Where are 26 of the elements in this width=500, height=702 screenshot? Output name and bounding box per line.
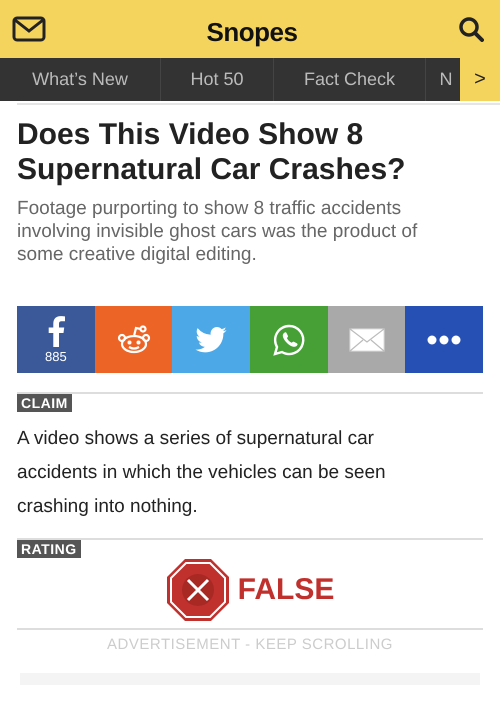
more-icon (427, 334, 462, 344)
phone-bubble-icon (272, 322, 306, 356)
search-icon[interactable] (458, 16, 484, 42)
facebook-icon (46, 315, 65, 347)
share-button[interactable] (250, 306, 328, 373)
nav-tab[interactable]: N (426, 58, 460, 101)
nav-tab[interactable]: What’s New (0, 58, 161, 101)
rating-verdict: FALSE (238, 573, 334, 607)
scroll-right-button[interactable]: > (460, 58, 500, 101)
article-title: Does This Video Show 8 Supernatural Car Crashes? (17, 117, 406, 187)
alien-face-icon (116, 324, 150, 354)
rating-tag: RATING (17, 540, 81, 558)
claim-text: A video shows a series of supernatural car accidents in which the vehicles can be seen crashing into nothing. (17, 427, 387, 519)
nav-tab[interactable]: Fact Check (274, 58, 426, 101)
envelope-icon (348, 328, 385, 352)
claim-tag: CLAIM (17, 394, 72, 412)
share-button[interactable] (94, 306, 172, 373)
nav-tab[interactable]: Hot 50 (161, 58, 274, 101)
stop-sign-icon (166, 558, 230, 622)
share-count: 885 (44, 349, 67, 364)
share-button[interactable]: 885 (17, 306, 95, 373)
article-subtitle: Footage purporting to show 8 traffic accidents involving invisible ghost cars was the product of some creative digital editing. (17, 197, 418, 266)
site-logo[interactable]: Snopes (206, 10, 298, 48)
bird-icon (195, 326, 228, 352)
share-button[interactable] (405, 306, 484, 373)
mail-icon[interactable] (12, 16, 46, 42)
